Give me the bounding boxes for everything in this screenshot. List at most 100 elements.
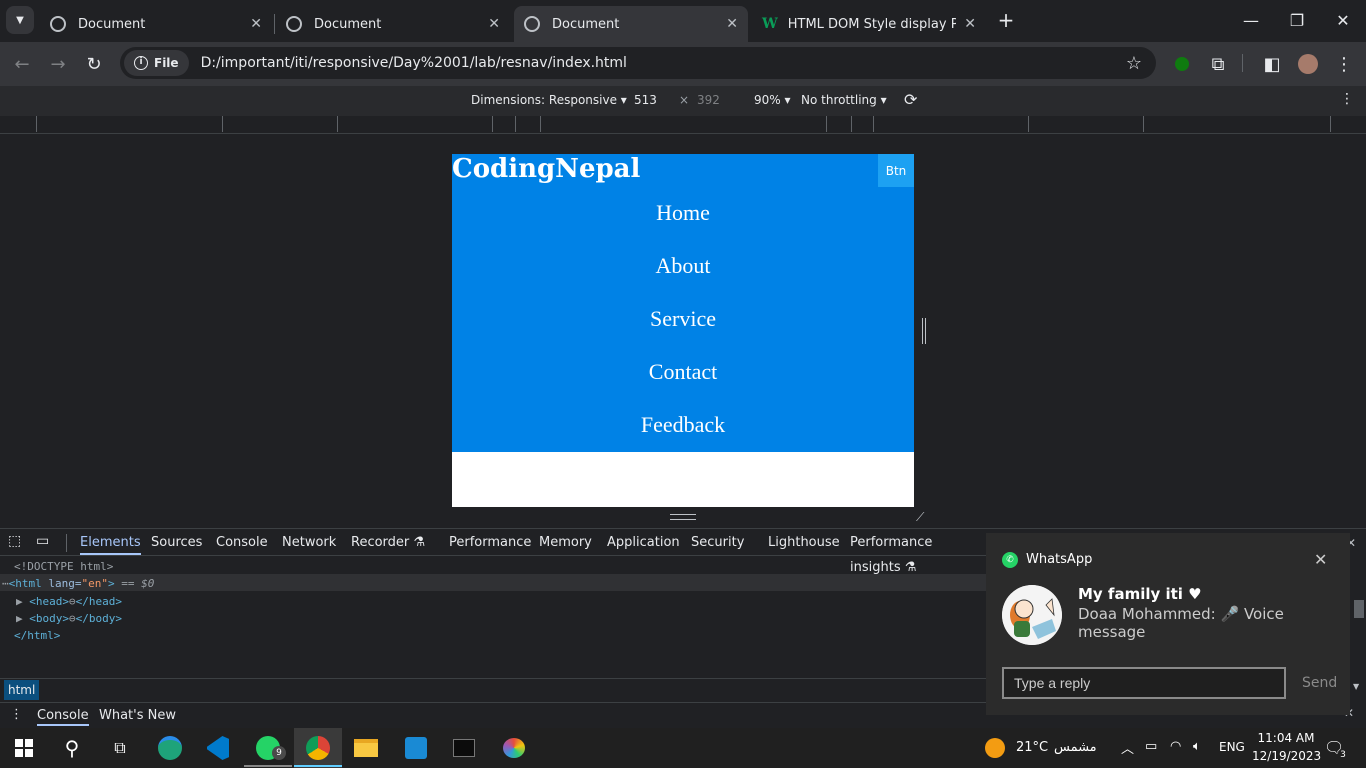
new-tab-button[interactable]: +: [992, 8, 1020, 32]
tab-performance[interactable]: Performance: [449, 530, 531, 555]
taskbar-file-explorer[interactable]: [342, 728, 390, 768]
ruler-tick[interactable]: [222, 116, 223, 132]
tab-performance-insights[interactable]: Performance insights ⚗: [850, 530, 986, 575]
drawer-tab-console[interactable]: Console: [37, 708, 89, 726]
collapsed-ellipsis-icon[interactable]: ⊖: [69, 595, 76, 608]
close-window-button[interactable]: ✕: [1320, 0, 1366, 40]
dom-body-node[interactable]: ▶ <body>⊖</body>: [16, 612, 122, 625]
tab-network[interactable]: Network: [282, 530, 336, 555]
ruler-tick[interactable]: [540, 116, 541, 132]
bookmark-star-icon[interactable]: ☆: [1126, 53, 1142, 74]
dimensions-select[interactable]: Dimensions: Responsive ▾: [471, 93, 627, 107]
reload-button[interactable]: ↻: [82, 52, 106, 76]
search-button[interactable]: ⚲: [48, 728, 96, 768]
taskbar-whatsapp[interactable]: 9: [244, 728, 292, 768]
reply-input[interactable]: Type a reply: [1002, 667, 1286, 699]
battery-icon[interactable]: ▭: [1145, 739, 1157, 754]
close-icon[interactable]: ✕: [488, 16, 500, 32]
scrollbar[interactable]: ▼: [1350, 584, 1366, 694]
site-logo[interactable]: CodingNepal: [452, 154, 640, 184]
wifi-icon[interactable]: ◠: [1170, 739, 1181, 754]
site-info-chip[interactable]: i File: [124, 50, 189, 76]
breadcrumb-item-html[interactable]: html: [4, 680, 40, 700]
tab-security[interactable]: Security: [691, 530, 744, 555]
browser-menu-button[interactable]: ⋮: [1332, 52, 1356, 76]
ruler-tick[interactable]: [337, 116, 338, 132]
task-view-button[interactable]: ⧉: [96, 728, 144, 768]
chevron-up-icon[interactable]: ︿: [1121, 738, 1134, 757]
close-icon[interactable]: ✕: [1314, 550, 1327, 569]
whatsapp-notification[interactable]: ✆ WhatsApp ✕ My family iti ♥ Doaa Mohamm…: [986, 533, 1350, 715]
weather-text[interactable]: مشمس: [1054, 740, 1097, 755]
ruler-tick[interactable]: [492, 116, 493, 132]
resize-handle-bottom[interactable]: [670, 514, 696, 520]
browser-tab[interactable]: W HTML DOM Style display Prope ✕: [752, 6, 986, 42]
ruler-tick[interactable]: [873, 116, 874, 132]
minimize-button[interactable]: —: [1228, 0, 1274, 40]
start-button[interactable]: [0, 728, 48, 768]
tab-console[interactable]: Console: [216, 530, 268, 555]
close-icon[interactable]: ✕: [250, 16, 262, 32]
ruler-tick[interactable]: [515, 116, 516, 132]
taskbar-chrome[interactable]: [294, 728, 342, 768]
resize-corner-icon[interactable]: ⟋: [916, 510, 930, 524]
width-input[interactable]: 513: [634, 93, 657, 107]
throttling-select[interactable]: No throttling ▾: [801, 93, 887, 107]
profile-button[interactable]: [1296, 52, 1320, 76]
tab-search-button[interactable]: ▼: [6, 6, 34, 34]
tab-sources[interactable]: Sources: [151, 530, 202, 555]
collapsed-ellipsis-icon[interactable]: ⊖: [69, 612, 76, 625]
expand-triangle-icon[interactable]: ▶: [16, 612, 23, 625]
nav-link-feedback[interactable]: Feedback: [452, 412, 914, 438]
tab-recorder[interactable]: Recorder ⚗: [351, 530, 425, 555]
ruler-tick[interactable]: [1143, 116, 1144, 132]
browser-tab[interactable]: Document ✕: [276, 6, 510, 42]
address-bar[interactable]: i File D:/important/iti/responsive/Day%2…: [120, 47, 1156, 79]
weather-temp[interactable]: 21°C: [1016, 740, 1048, 755]
clock-time[interactable]: 11:04 AM: [1256, 731, 1316, 745]
nav-link-service[interactable]: Service: [452, 306, 914, 332]
nav-link-contact[interactable]: Contact: [452, 359, 914, 385]
menu-button[interactable]: Btn: [878, 154, 914, 187]
scroll-down-icon[interactable]: ▼: [1353, 682, 1359, 691]
ruler-tick[interactable]: [1330, 116, 1331, 132]
url-text[interactable]: D:/important/iti/responsive/Day%2001/lab…: [201, 55, 627, 71]
ruler-tick[interactable]: [36, 116, 37, 132]
language-indicator[interactable]: ENG: [1219, 740, 1245, 754]
dom-html-close[interactable]: </html>: [14, 629, 60, 642]
side-panel-button[interactable]: ◧: [1260, 52, 1284, 76]
forward-button[interactable]: →: [46, 52, 70, 76]
send-button[interactable]: Send: [1302, 675, 1337, 691]
taskbar-vscode[interactable]: [194, 728, 242, 768]
expand-triangle-icon[interactable]: ▶: [16, 595, 23, 608]
nav-link-about[interactable]: About: [452, 253, 914, 279]
extension-button[interactable]: [1170, 52, 1194, 76]
browser-tab-active[interactable]: Document ✕: [514, 6, 748, 42]
ruler-tick[interactable]: [1028, 116, 1029, 132]
clock-date[interactable]: 12/19/2023: [1252, 749, 1321, 763]
resize-handle-right[interactable]: [922, 318, 926, 344]
volume-icon[interactable]: 🔈︎: [1193, 739, 1201, 754]
zoom-select[interactable]: 90% ▾: [754, 93, 791, 107]
nav-link-home[interactable]: Home: [452, 200, 914, 226]
tab-lighthouse[interactable]: Lighthouse: [768, 530, 840, 555]
taskbar-photos[interactable]: [392, 728, 440, 768]
back-button[interactable]: ←: [10, 52, 34, 76]
dom-doctype[interactable]: <!DOCTYPE html>: [14, 560, 113, 573]
tab-memory[interactable]: Memory: [539, 530, 592, 555]
close-icon[interactable]: ✕: [726, 16, 738, 32]
restore-button[interactable]: ❐: [1274, 0, 1320, 40]
taskbar-terminal[interactable]: [440, 728, 488, 768]
dom-head-node[interactable]: ▶ <head>⊖</head>: [16, 595, 122, 608]
rotate-icon[interactable]: ⟳: [904, 90, 917, 109]
tab-application[interactable]: Application: [607, 530, 680, 555]
scrollbar-thumb[interactable]: [1354, 600, 1364, 618]
height-input[interactable]: 392: [697, 93, 720, 107]
tab-elements[interactable]: Elements: [80, 530, 141, 555]
close-icon[interactable]: ✕: [964, 16, 976, 32]
ruler-tick[interactable]: [826, 116, 827, 132]
dom-html-node[interactable]: ⋯<html lang="en"> == $0: [2, 577, 154, 590]
browser-tab[interactable]: Document ✕: [40, 6, 272, 42]
drawer-tab-whats-new[interactable]: What's New: [99, 708, 176, 723]
taskbar-edge[interactable]: [146, 728, 194, 768]
